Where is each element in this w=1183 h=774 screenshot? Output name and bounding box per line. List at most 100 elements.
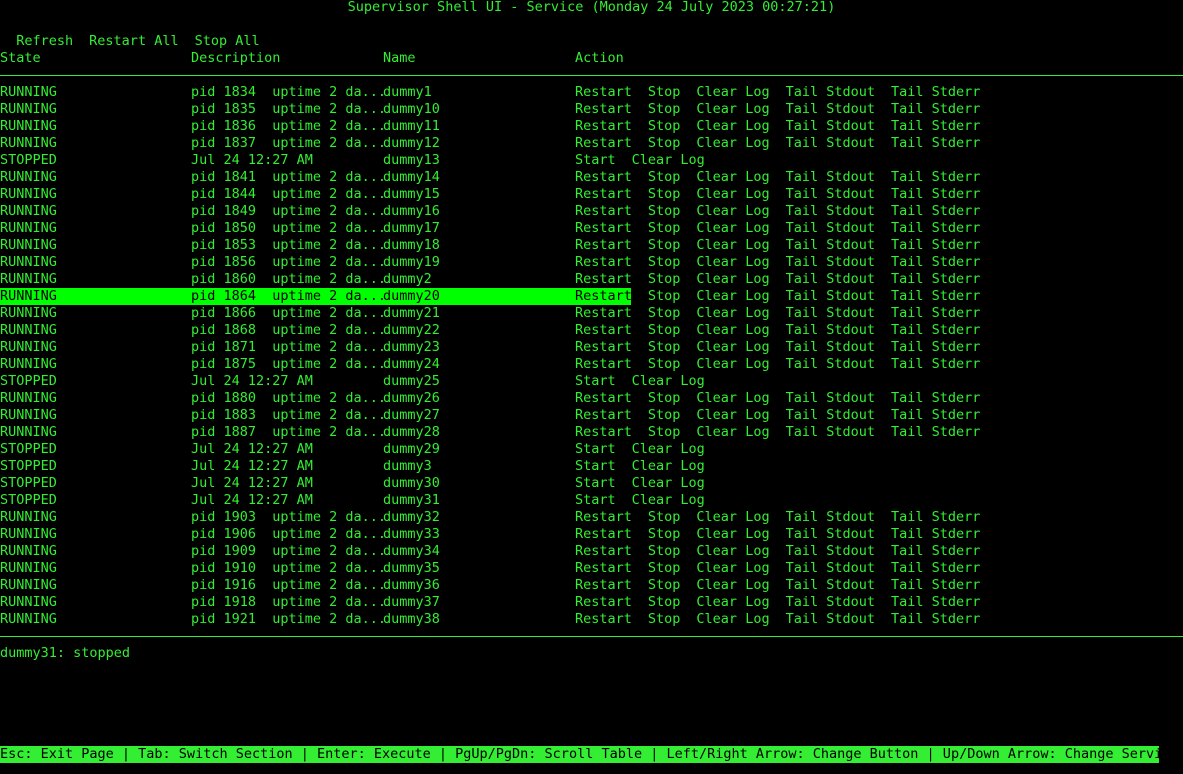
table-row[interactable]: STOPPED Jul 24 12:27 AM dummy31 Start Clear … <box>0 492 1183 509</box>
restart-button[interactable]: Restart <box>575 407 632 423</box>
clear-log-button[interactable]: Clear Log <box>632 492 705 508</box>
stop-all-button[interactable]: Stop All <box>195 33 260 49</box>
tail-stdout-button[interactable]: Tail Stdout <box>786 101 875 117</box>
stop-button[interactable]: Stop <box>648 560 681 576</box>
table-row[interactable]: RUNNING pid 1909 uptime 2 da... dummy34 Res… <box>0 543 1183 560</box>
tail-stderr-button[interactable]: Tail Stderr <box>891 288 980 304</box>
clear-log-button[interactable]: Clear Log <box>632 441 705 457</box>
restart-button[interactable]: Restart <box>575 271 632 287</box>
table-row[interactable]: RUNNING pid 1837 uptime 2 da... dummy12 Res… <box>0 135 1183 152</box>
stop-button[interactable]: Stop <box>648 288 681 304</box>
clear-log-button[interactable]: Clear Log <box>632 458 705 474</box>
clear-log-button[interactable]: Clear Log <box>696 390 769 406</box>
tail-stderr-button[interactable]: Tail Stderr <box>891 424 980 440</box>
restart-button[interactable]: Restart <box>575 594 632 610</box>
clear-log-button[interactable]: Clear Log <box>696 424 769 440</box>
tail-stderr-button[interactable]: Tail Stderr <box>891 543 980 559</box>
restart-button[interactable]: Restart <box>575 339 632 355</box>
tail-stderr-button[interactable]: Tail Stderr <box>891 135 980 151</box>
clear-log-button[interactable]: Clear Log <box>696 203 769 219</box>
tail-stdout-button[interactable]: Tail Stdout <box>786 356 875 372</box>
table-row[interactable]: STOPPED Jul 24 12:27 AM dummy13 Start Clear … <box>0 152 1183 169</box>
restart-button[interactable]: Restart <box>575 577 632 593</box>
tail-stdout-button[interactable]: Tail Stdout <box>786 237 875 253</box>
table-row[interactable]: RUNNING pid 1841 uptime 2 da... dummy14 Res… <box>0 169 1183 186</box>
clear-log-button[interactable]: Clear Log <box>696 169 769 185</box>
table-row[interactable]: RUNNING pid 1856 uptime 2 da... dummy19 Res… <box>0 254 1183 271</box>
table-row[interactable]: RUNNING pid 1880 uptime 2 da... dummy26 Res… <box>0 390 1183 407</box>
clear-log-button[interactable]: Clear Log <box>696 611 769 627</box>
table-row[interactable]: RUNNING pid 1834 uptime 2 da... dummy1 Rest… <box>0 84 1183 101</box>
table-row[interactable]: RUNNING pid 1844 uptime 2 da... dummy15 Res… <box>0 186 1183 203</box>
clear-log-button[interactable]: Clear Log <box>696 560 769 576</box>
stop-button[interactable]: Stop <box>648 594 681 610</box>
stop-button[interactable]: Stop <box>648 84 681 100</box>
clear-log-button[interactable]: Clear Log <box>696 271 769 287</box>
restart-button[interactable]: Restart <box>575 526 632 542</box>
restart-button[interactable]: Restart <box>575 118 632 134</box>
tail-stderr-button[interactable]: Tail Stderr <box>891 577 980 593</box>
clear-log-button[interactable]: Clear Log <box>696 186 769 202</box>
clear-log-button[interactable]: Clear Log <box>696 135 769 151</box>
restart-button[interactable]: Restart <box>575 101 632 117</box>
tail-stdout-button[interactable]: Tail Stdout <box>786 220 875 236</box>
table-row[interactable]: RUNNING pid 1921 uptime 2 da... dummy38 Res… <box>0 611 1183 628</box>
tail-stdout-button[interactable]: Tail Stdout <box>786 390 875 406</box>
tail-stdout-button[interactable]: Tail Stdout <box>786 84 875 100</box>
start-button[interactable]: Start <box>575 475 616 491</box>
start-button[interactable]: Start <box>575 441 616 457</box>
start-button[interactable]: Start <box>575 458 616 474</box>
restart-button[interactable]: Restart <box>575 390 632 406</box>
table-row[interactable]: RUNNING pid 1871 uptime 2 da... dummy23 Res… <box>0 339 1183 356</box>
table-row[interactable]: RUNNING pid 1850 uptime 2 da... dummy17 Res… <box>0 220 1183 237</box>
clear-log-button[interactable]: Clear Log <box>696 356 769 372</box>
table-row[interactable]: STOPPED Jul 24 12:27 AM dummy29 Start Clear … <box>0 441 1183 458</box>
restart-button[interactable]: Restart <box>575 543 632 559</box>
clear-log-button[interactable]: Clear Log <box>696 118 769 134</box>
stop-button[interactable]: Stop <box>648 254 681 270</box>
clear-log-button[interactable]: Clear Log <box>632 475 705 491</box>
stop-button[interactable]: Stop <box>648 186 681 202</box>
tail-stdout-button[interactable]: Tail Stdout <box>786 407 875 423</box>
start-button[interactable]: Start <box>575 373 616 389</box>
tail-stderr-button[interactable]: Tail Stderr <box>891 560 980 576</box>
tail-stderr-button[interactable]: Tail Stderr <box>891 271 980 287</box>
restart-button[interactable]: Restart <box>575 322 632 338</box>
tail-stdout-button[interactable]: Tail Stdout <box>786 424 875 440</box>
clear-log-button[interactable]: Clear Log <box>632 373 705 389</box>
tail-stdout-button[interactable]: Tail Stdout <box>786 271 875 287</box>
tail-stderr-button[interactable]: Tail Stderr <box>891 356 980 372</box>
table-row[interactable]: RUNNING pid 1868 uptime 2 da... dummy22 Res… <box>0 322 1183 339</box>
restart-button[interactable]: Restart <box>575 220 632 236</box>
tail-stderr-button[interactable]: Tail Stderr <box>891 526 980 542</box>
restart-button[interactable]: Restart <box>575 254 632 270</box>
restart-button[interactable]: Restart <box>575 611 632 627</box>
restart-button[interactable]: Restart <box>575 560 632 576</box>
stop-button[interactable]: Stop <box>648 424 681 440</box>
tail-stdout-button[interactable]: Tail Stdout <box>786 526 875 542</box>
clear-log-button[interactable]: Clear Log <box>696 84 769 100</box>
table-row[interactable]: RUNNING pid 1875 uptime 2 da... dummy24 Res… <box>0 356 1183 373</box>
table-row[interactable]: STOPPED Jul 24 12:27 AM dummy25 Start Clear … <box>0 373 1183 390</box>
tail-stderr-button[interactable]: Tail Stderr <box>891 220 980 236</box>
tail-stdout-button[interactable]: Tail Stdout <box>786 135 875 151</box>
table-row[interactable]: RUNNING pid 1835 uptime 2 da... dummy10 Res… <box>0 101 1183 118</box>
clear-log-button[interactable]: Clear Log <box>696 220 769 236</box>
stop-button[interactable]: Stop <box>648 101 681 117</box>
restart-button[interactable]: Restart <box>575 288 632 304</box>
stop-button[interactable]: Stop <box>648 203 681 219</box>
tail-stderr-button[interactable]: Tail Stderr <box>891 611 980 627</box>
tail-stdout-button[interactable]: Tail Stdout <box>786 118 875 134</box>
clear-log-button[interactable]: Clear Log <box>696 322 769 338</box>
stop-button[interactable]: Stop <box>648 543 681 559</box>
restart-button[interactable]: Restart <box>575 237 632 253</box>
tail-stderr-button[interactable]: Tail Stderr <box>891 305 980 321</box>
table-row[interactable]: RUNNING pid 1918 uptime 2 da... dummy37 Res… <box>0 594 1183 611</box>
tail-stdout-button[interactable]: Tail Stdout <box>786 169 875 185</box>
tail-stdout-button[interactable]: Tail Stdout <box>786 577 875 593</box>
clear-log-button[interactable]: Clear Log <box>696 254 769 270</box>
tail-stderr-button[interactable]: Tail Stderr <box>891 101 980 117</box>
stop-button[interactable]: Stop <box>648 135 681 151</box>
table-row[interactable]: RUNNING pid 1836 uptime 2 da... dummy11 Res… <box>0 118 1183 135</box>
clear-log-button[interactable]: Clear Log <box>632 152 705 168</box>
